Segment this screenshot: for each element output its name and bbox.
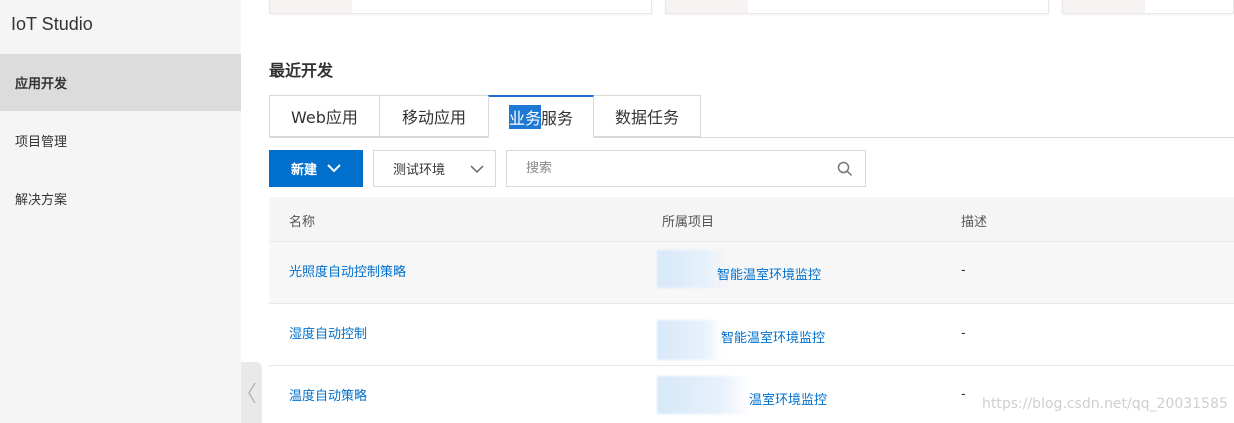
service-name-link[interactable]: 光照度自动控制策略 [289,261,406,280]
app-title: IoT Studio [11,14,93,34]
chevron-left-icon [247,382,256,403]
redacted-blur [657,376,749,414]
column-header-description: 描述 [961,215,988,230]
table-row: 温度自动策略 温室环境监控 - [269,366,1234,423]
tab-bar: Web应用 移动应用 业务 服务 数据任务 [269,95,701,138]
table-row: 光照度自动控制策略 智能温室环境监控 - [269,242,1234,304]
environment-select[interactable]: 测试环境 [373,150,496,187]
new-button[interactable]: 新建 [269,150,363,187]
tab-label: Web应用 [291,108,358,127]
overview-card[interactable] [1062,0,1234,14]
table-header: 名称 所属项目 描述 [269,197,1234,242]
sidebar-item-app-dev[interactable]: 应用开发 [0,54,241,111]
description-cell: - [961,263,966,278]
service-name-link[interactable]: 湿度自动控制 [289,323,367,342]
tab-business-service[interactable]: 业务 服务 [488,95,594,138]
sidebar: IoT Studio 应用开发 项目管理 解决方案 [0,0,241,423]
table-row: 湿度自动控制 智能温室环境监控 - [269,304,1234,366]
service-name-link[interactable]: 温度自动策略 [289,385,367,404]
app-root: IoT Studio 应用开发 项目管理 解决方案 最近开发 Web应用 移动应… [0,0,1234,423]
search-icon[interactable] [837,161,853,177]
column-header-name: 名称 [289,215,316,230]
chevron-down-icon [327,164,341,173]
sidebar-item-label: 解决方案 [15,193,68,208]
tab-label: 移动应用 [401,108,466,127]
tab-web-app[interactable]: Web应用 [269,95,380,137]
sidebar-item-label: 项目管理 [15,135,68,150]
description-cell: - [961,387,966,402]
redacted-blur [657,320,723,360]
search-box [506,150,866,187]
project-link[interactable]: 智能温室环境监控 [721,327,825,346]
chevron-down-icon [470,165,484,174]
tab-label-selected-text: 业务 [508,105,541,129]
environment-select-value: 测试环境 [393,163,446,178]
sidebar-item-label: 应用开发 [15,77,68,92]
project-link[interactable]: 智能温室环境监控 [717,264,821,283]
watermark: https://blog.csdn.net/qq_20031585 [982,396,1228,412]
tab-mobile-app[interactable]: 移动应用 [379,95,489,137]
section-title: 最近开发 [269,61,334,80]
tab-label: 数据任务 [614,108,679,127]
overview-card[interactable] [665,0,1049,14]
overview-card[interactable] [269,0,652,14]
sidebar-item-solutions[interactable]: 解决方案 [0,170,241,227]
new-button-label: 新建 [290,163,317,178]
column-header-project: 所属项目 [662,215,715,230]
sidebar-item-project-management[interactable]: 项目管理 [0,112,241,169]
tab-data-task[interactable]: 数据任务 [593,95,701,137]
project-link[interactable]: 温室环境监控 [749,389,827,408]
description-cell: - [961,326,966,341]
tab-label: 服务 [541,109,574,128]
sidebar-collapse-button[interactable] [241,362,262,423]
search-input[interactable] [526,161,816,176]
